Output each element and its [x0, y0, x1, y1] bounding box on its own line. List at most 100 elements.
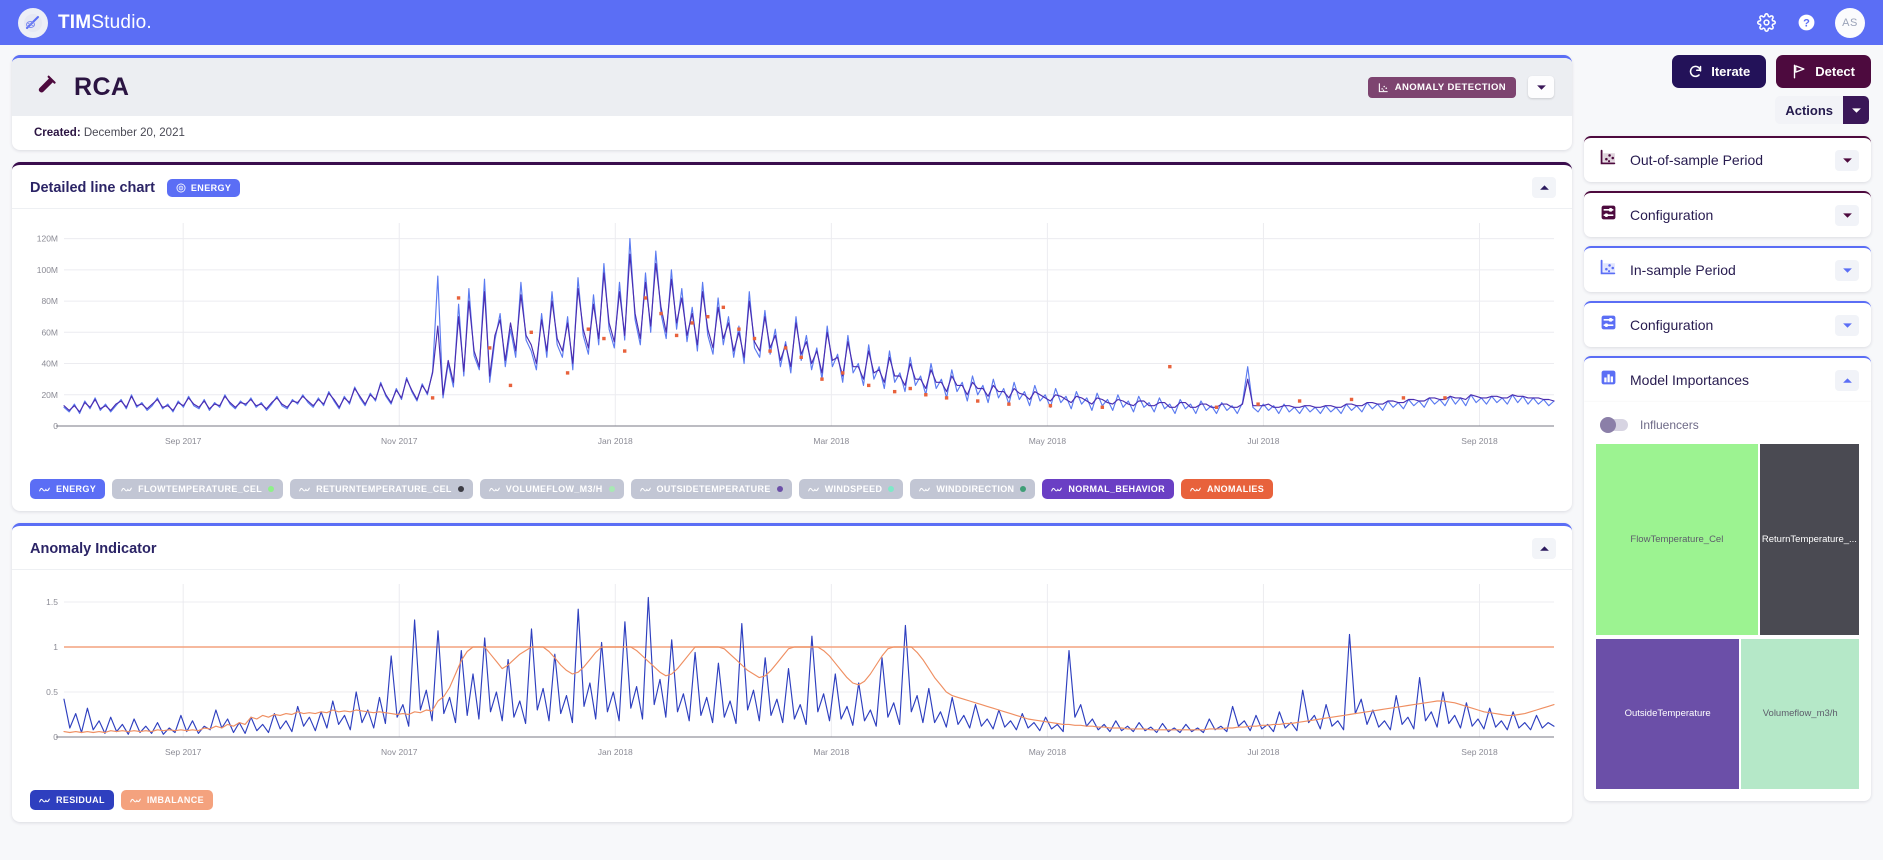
brand-light: Studio. — [91, 11, 152, 33]
legend-chip-label: FLOWTEMPERATURE_CEL — [138, 484, 263, 494]
svg-text:May 2018: May 2018 — [1029, 747, 1067, 757]
sidebar-item-configuration[interactable]: Configuration — [1584, 191, 1871, 237]
legend-chip-label: RESIDUAL — [56, 795, 105, 805]
legend-chip[interactable]: RETURNTEMPERATURE_CEL — [290, 479, 473, 499]
legend-chip-label: OUTSIDETEMPERATURE — [656, 484, 771, 494]
sidebar-item-model-importances[interactable]: Model Importances — [1584, 356, 1871, 402]
svg-text:Mar 2018: Mar 2018 — [813, 436, 849, 446]
legend-chip-label: ENERGY — [56, 484, 97, 494]
tim-logo-icon — [24, 13, 42, 32]
sidebar-item-label: Configuration — [1630, 207, 1714, 223]
collapse-detailed-chart-button[interactable] — [1532, 177, 1556, 198]
page-title: RCA — [74, 72, 130, 101]
sidebar-item-configuration[interactable]: Configuration — [1584, 301, 1871, 347]
sidebar-item-toggle[interactable] — [1835, 259, 1859, 281]
influencers-treemap[interactable]: FlowTemperature_Cel ReturnTemperature_...… — [1596, 444, 1859, 789]
chevron-up-icon — [1842, 377, 1852, 383]
collapse-anomaly-chart-button[interactable] — [1532, 538, 1556, 559]
legend-chip[interactable]: IMBALANCE — [120, 790, 213, 810]
brand-title: TIMStudio. — [58, 12, 152, 34]
sliders-icon — [1600, 204, 1617, 226]
actions-label: Actions — [1785, 102, 1833, 118]
gear-icon[interactable] — [1755, 12, 1777, 34]
treemap-cell[interactable]: ReturnTemperature_... — [1759, 444, 1859, 636]
top-navigation-bar: TIMStudio. ? AS — [0, 0, 1883, 45]
sidebar-item-toggle[interactable] — [1835, 369, 1859, 391]
legend-chip-label: VOLUMEFLOW_M3/H — [505, 484, 603, 494]
svg-text:120M: 120M — [37, 234, 58, 244]
legend-chip[interactable]: RESIDUAL — [30, 790, 114, 810]
chevron-down-icon — [1842, 267, 1852, 273]
svg-text:Nov 2017: Nov 2017 — [381, 747, 418, 757]
treemap-cell[interactable]: Volumeflow_m3/h — [1741, 638, 1859, 789]
sidebar: Iterate Detect Actions Out-of-sample Per… — [1584, 55, 1871, 860]
rca-options-dropdown[interactable] — [1528, 76, 1554, 98]
sidebar-item-label: Out-of-sample Period — [1630, 152, 1764, 168]
svg-text:Jan 2018: Jan 2018 — [598, 747, 633, 757]
sidebar-item-out-of-sample-period[interactable]: Out-of-sample Period — [1584, 136, 1871, 182]
scatter-chart-icon — [1378, 82, 1388, 92]
app-logo[interactable] — [18, 7, 48, 38]
legend-chip-label: WINDSPEED — [824, 484, 883, 494]
energy-pill-label: ENERGY — [190, 182, 232, 193]
svg-text:Nov 2017: Nov 2017 — [381, 436, 418, 446]
legend-chip[interactable]: WINDSPEED — [798, 479, 904, 499]
chevron-up-icon — [1539, 185, 1549, 190]
detailed-line-chart-svg[interactable]: 020M40M60M80M100M120MSep 2017 Nov 2017 Jan… — [12, 209, 1572, 464]
sidebar-item-toggle[interactable] — [1835, 314, 1859, 336]
chevron-down-icon — [1536, 84, 1546, 90]
legend-chip[interactable]: VOLUMEFLOW_M3/H — [479, 479, 624, 499]
legend-chip[interactable]: ANOMALIES — [1180, 479, 1274, 499]
svg-text:Jan 2018: Jan 2018 — [598, 436, 633, 446]
detect-button[interactable]: Detect — [1776, 55, 1871, 88]
scatter-chart-icon — [1600, 149, 1617, 171]
treemap-cell-label: FlowTemperature_Cel — [1630, 534, 1724, 546]
treemap-cell-label: OutsideTemperature — [1624, 708, 1711, 720]
legend-chip-label: IMBALANCE — [146, 795, 204, 805]
svg-text:Sep 2018: Sep 2018 — [1461, 436, 1498, 446]
treemap-cell[interactable]: FlowTemperature_Cel — [1596, 444, 1758, 636]
anomaly-indicator-chart-svg[interactable]: 00.511.5Sep 2017 Nov 2017 Jan 2018 Mar 2018… — [12, 570, 1572, 775]
legend-chip[interactable]: NORMAL_BEHAVIOR — [1042, 479, 1174, 499]
actions-dropdown[interactable]: Actions — [1775, 96, 1869, 124]
topbar-actions: ? AS — [1755, 7, 1865, 38]
anomaly-chart-header: Anomaly Indicator — [12, 526, 1572, 570]
created-info: Created: December 20, 2021 — [12, 116, 1572, 150]
svg-text:0.5: 0.5 — [46, 687, 58, 697]
svg-text:100M: 100M — [37, 265, 58, 275]
sidebar-accordion-list: Out-of-sample Period Configuration In-samp… — [1584, 136, 1871, 411]
actions-caret-button[interactable] — [1843, 96, 1869, 124]
sidebar-item-label: Model Importances — [1630, 372, 1750, 388]
legend-chip[interactable]: FLOWTEMPERATURE_CEL — [112, 479, 284, 499]
legend-chip-label: WINDDIRECTION — [936, 484, 1015, 494]
refresh-icon — [1690, 65, 1702, 78]
treemap-cell-label: Volumeflow_m3/h — [1762, 708, 1838, 720]
model-importances-body: Influencers FlowTemperature_Cel ReturnTem… — [1584, 402, 1871, 801]
detailed-line-chart-panel: Detailed line chart ENERGY 0 20M 40M 60M… — [12, 162, 1572, 511]
legend-chip[interactable]: WINDDIRECTION — [910, 479, 1036, 499]
sidebar-item-label: In-sample Period — [1630, 262, 1736, 278]
sidebar-item-toggle[interactable] — [1835, 204, 1859, 226]
treemap-cell-label: ReturnTemperature_... — [1761, 534, 1857, 546]
legend-chip[interactable]: OUTSIDETEMPERATURE — [630, 479, 792, 499]
legend-chip-label: ANOMALIES — [1206, 484, 1265, 494]
sidebar-item-toggle[interactable] — [1835, 149, 1859, 171]
iterate-button[interactable]: Iterate — [1672, 55, 1767, 88]
avatar[interactable]: AS — [1835, 7, 1865, 38]
legend-chip[interactable]: ENERGY — [30, 479, 106, 499]
rca-header-bar: RCA ANOMALY DETECTION — [12, 58, 1572, 116]
status-badge-label: ANOMALY DETECTION — [1394, 81, 1506, 93]
chevron-down-icon — [1842, 322, 1852, 328]
treemap-cell[interactable]: OutsideTemperature — [1596, 638, 1740, 789]
svg-text:May 2018: May 2018 — [1029, 436, 1067, 446]
help-icon[interactable]: ? — [1795, 12, 1817, 34]
flask-icon — [38, 75, 56, 93]
detailed-chart-legend: ENERGY FLOWTEMPERATURE_CEL RETURNTEMPERATU… — [12, 469, 1572, 511]
svg-text:Sep 2018: Sep 2018 — [1461, 747, 1498, 757]
influencers-toggle-row[interactable]: Influencers — [1596, 412, 1859, 444]
svg-text:1.5: 1.5 — [46, 597, 58, 607]
influencers-toggle[interactable] — [1600, 417, 1628, 433]
sidebar-item-in-sample-period[interactable]: In-sample Period — [1584, 246, 1871, 292]
legend-chip-dot — [776, 486, 783, 492]
sidebar-item-label: Configuration — [1630, 317, 1714, 333]
